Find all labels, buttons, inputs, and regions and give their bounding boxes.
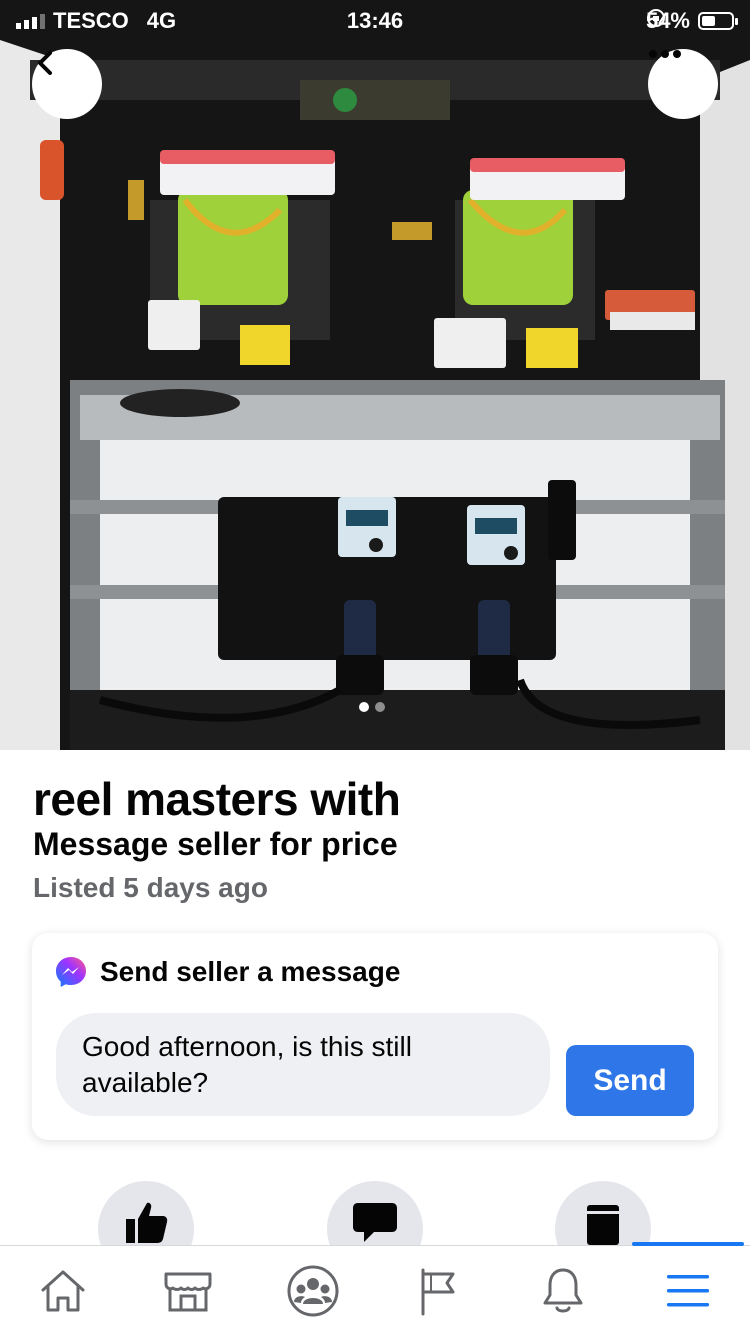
status-bar: TESCO 4G 13:46 54% <box>0 0 750 40</box>
listing-photo[interactable]: TESCO 4G 13:46 54% <box>0 0 750 750</box>
listing-date: Listed 5 days ago <box>33 872 268 903</box>
message-card-heading: Send seller a message <box>100 956 401 987</box>
bottom-tab-bar <box>0 1242 750 1334</box>
listing-title: reel masters with <box>33 773 401 825</box>
battery-icon <box>698 12 738 30</box>
status-right: 54% <box>646 8 738 34</box>
like-icon <box>126 1202 168 1243</box>
message-input[interactable]: Good afternoon, is this still available? <box>56 1013 550 1116</box>
message-icon <box>353 1203 397 1242</box>
marketplace-icon <box>164 1272 211 1311</box>
photo-pagination <box>359 702 385 712</box>
message-card-header: Send seller a message <box>54 955 400 989</box>
battery-level <box>702 16 716 26</box>
menu-icon <box>666 1274 709 1306</box>
messenger-icon <box>56 957 86 987</box>
send-message-card: Send seller a message Good afternoon, is… <box>32 933 718 1140</box>
clock: 13:46 <box>346 8 404 33</box>
tab-marketplace[interactable] <box>125 1246 250 1334</box>
send-button[interactable]: Send <box>566 1045 694 1116</box>
tab-menu[interactable] <box>625 1246 750 1334</box>
save-icon <box>587 1205 619 1245</box>
tab-pages[interactable] <box>375 1246 500 1334</box>
listing-photo-illustration <box>0 0 750 750</box>
more-options-button[interactable] <box>648 49 718 119</box>
orientation-lock-icon <box>646 9 665 27</box>
chevron-left-icon <box>38 51 52 75</box>
listing-price: Message seller for price <box>33 826 398 862</box>
pagination-dot-active <box>359 702 369 712</box>
ellipsis-icon <box>649 50 681 58</box>
groups-icon <box>287 1265 338 1316</box>
notifications-bell-icon <box>543 1268 582 1312</box>
tab-groups[interactable] <box>250 1246 375 1334</box>
tab-home[interactable] <box>0 1246 125 1334</box>
tab-notifications[interactable] <box>500 1246 625 1334</box>
pages-flag-icon <box>421 1268 454 1315</box>
back-button[interactable] <box>32 49 102 119</box>
home-icon <box>41 1270 84 1311</box>
pagination-dot <box>375 702 385 712</box>
